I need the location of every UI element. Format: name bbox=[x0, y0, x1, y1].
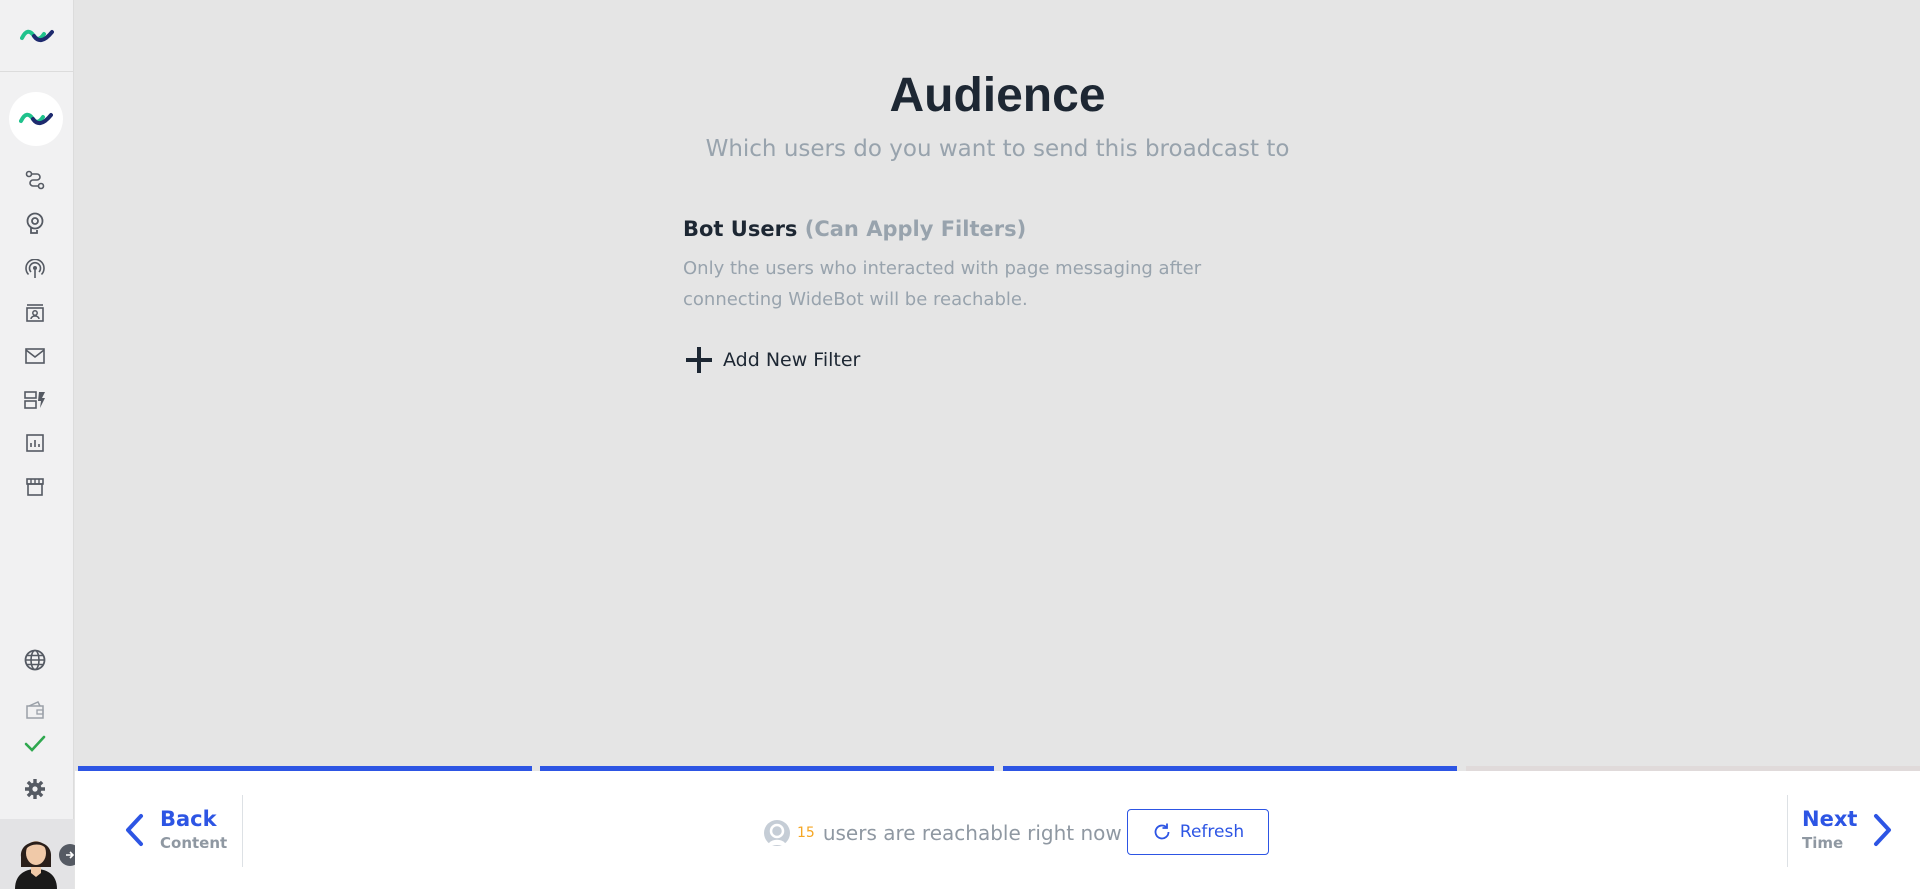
inbox-icon[interactable] bbox=[22, 343, 48, 369]
avatar bbox=[15, 841, 57, 889]
templates-icon[interactable] bbox=[22, 387, 48, 413]
chevron-right-icon bbox=[1867, 808, 1897, 852]
refresh-icon bbox=[1154, 823, 1170, 840]
reachable-users-status: 15 users are reachable right now bbox=[763, 819, 1122, 847]
bot-avatar[interactable] bbox=[9, 92, 63, 146]
flows-icon[interactable] bbox=[22, 167, 48, 193]
page-subtitle: Which users do you want to send this bro… bbox=[705, 136, 1290, 162]
footer: Back Content 15 users are reachable righ… bbox=[75, 771, 1920, 889]
next-label: Next bbox=[1802, 807, 1858, 831]
check-icon[interactable] bbox=[22, 731, 48, 757]
next-sublabel: Time bbox=[1802, 834, 1844, 852]
bot-users-section: Bot Users (Can Apply Filters) Only the u… bbox=[683, 217, 1243, 315]
add-filter-label: Add New Filter bbox=[723, 349, 861, 371]
back-button[interactable]: Back Content bbox=[120, 806, 227, 854]
section-title-text: Bot Users bbox=[683, 217, 798, 241]
add-filter-button[interactable]: Add New Filter bbox=[683, 344, 860, 376]
section-description: Only the users who interacted with page … bbox=[683, 258, 1202, 310]
main-content: Audience Which users do you want to send… bbox=[75, 0, 1920, 770]
analytics-icon[interactable] bbox=[22, 430, 48, 456]
back-label: Back bbox=[160, 807, 217, 831]
store-icon[interactable] bbox=[22, 474, 48, 500]
bot-logo-icon bbox=[19, 112, 53, 126]
globe-icon[interactable] bbox=[22, 647, 48, 673]
next-label-group: Next Time bbox=[1802, 806, 1857, 854]
widebot-logo[interactable] bbox=[0, 0, 74, 72]
reachable-text: users are reachable right now bbox=[822, 821, 1122, 845]
sidebar bbox=[0, 0, 81, 889]
next-button[interactable]: Next Time bbox=[1802, 806, 1897, 854]
back-label-group: Back Content bbox=[160, 806, 227, 854]
gear-icon[interactable] bbox=[22, 776, 48, 802]
divider bbox=[242, 795, 243, 867]
section-title: Bot Users (Can Apply Filters) bbox=[683, 217, 1243, 241]
wallet-icon[interactable] bbox=[22, 697, 48, 723]
divider bbox=[1787, 795, 1788, 867]
arrow-right-icon bbox=[66, 851, 75, 859]
reachable-count: 15 bbox=[797, 825, 815, 841]
users-icon[interactable] bbox=[22, 300, 48, 326]
refresh-label: Refresh bbox=[1179, 822, 1245, 842]
chevron-left-icon bbox=[120, 808, 150, 852]
section-hint: (Can Apply Filters) bbox=[804, 217, 1027, 241]
widebot-logo-icon bbox=[20, 29, 54, 42]
page-title: Audience bbox=[889, 69, 1106, 122]
broadcast-icon[interactable] bbox=[22, 256, 48, 282]
back-sublabel: Content bbox=[160, 834, 228, 852]
user-silhouette-icon bbox=[764, 820, 790, 846]
ai-brain-icon[interactable] bbox=[22, 210, 48, 236]
refresh-button[interactable]: Refresh bbox=[1127, 809, 1269, 855]
plus-icon bbox=[683, 344, 715, 376]
